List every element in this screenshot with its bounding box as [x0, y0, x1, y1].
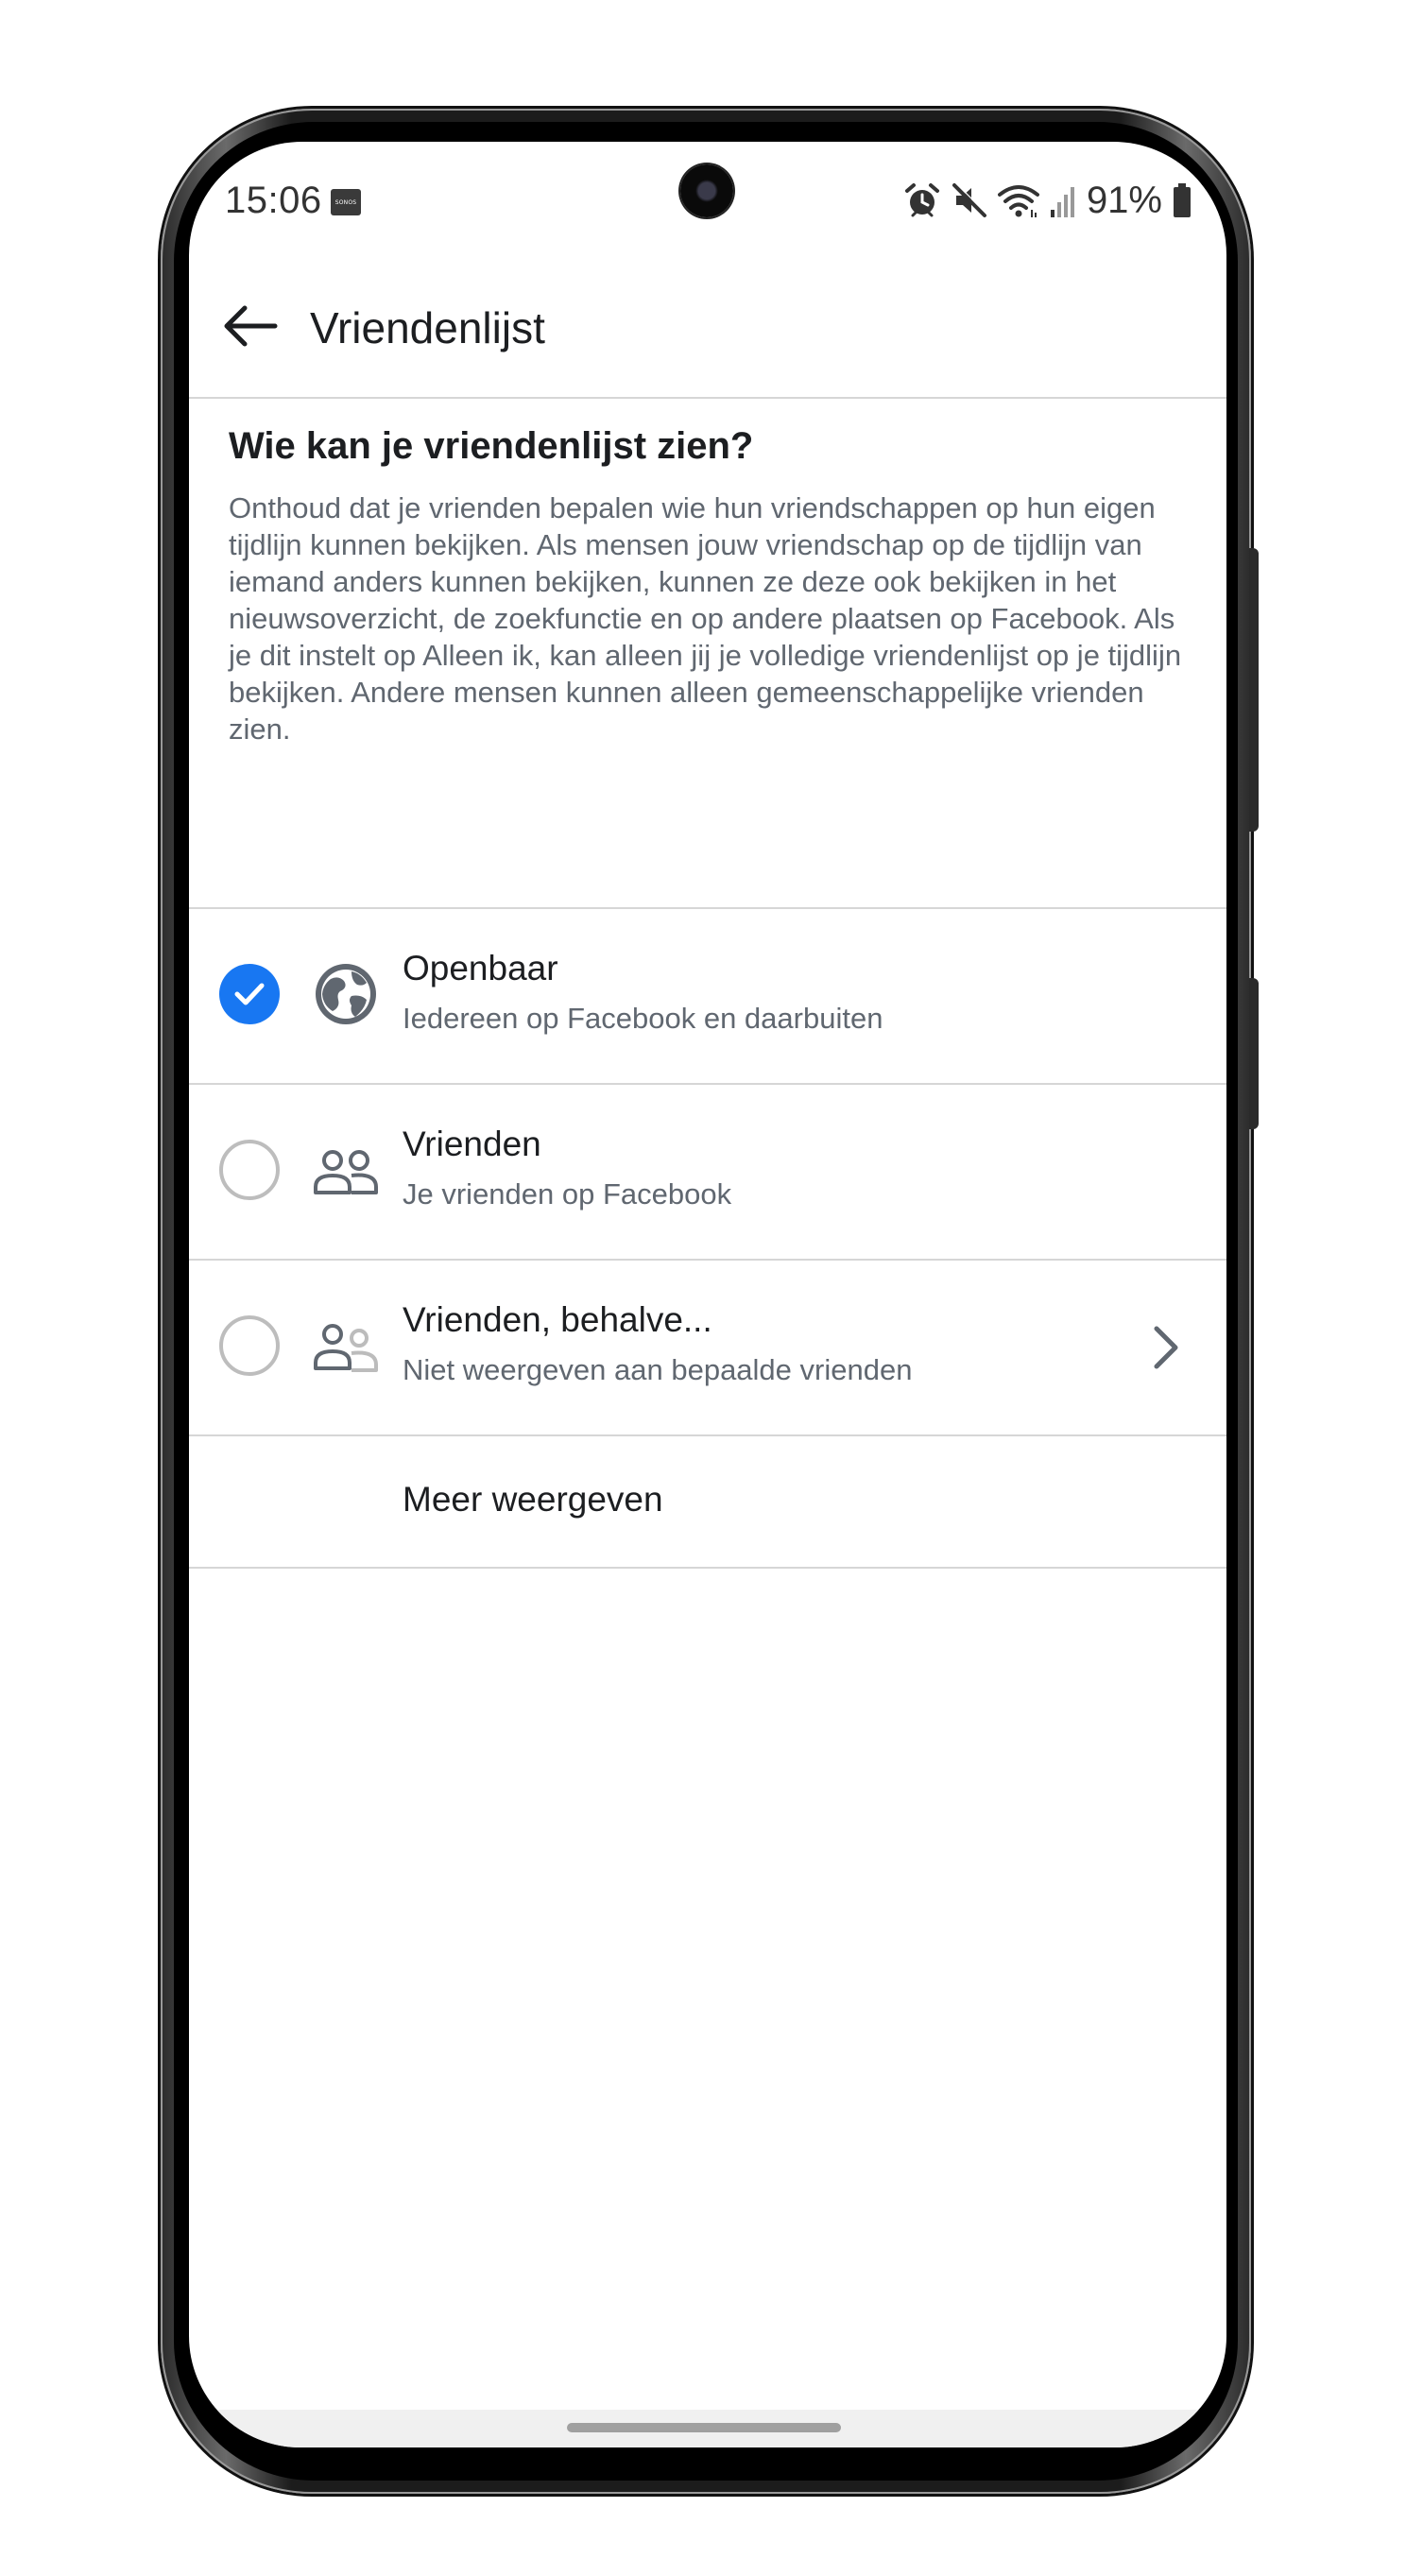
option-title: Vrienden: [403, 1125, 541, 1163]
wifi-icon: [997, 185, 1039, 217]
intro-section: Wie kan je vriendenlijst zien? Onthoud d…: [189, 399, 1226, 909]
checkmark-icon: [234, 983, 265, 1005]
option-friends-except[interactable]: Vrienden, behalve... Niet weergeven aan …: [189, 1261, 1226, 1436]
friends-icon: [314, 1150, 378, 1194]
option-subtitle: Niet weergeven aan bepaalde vrienden: [403, 1353, 913, 1386]
radio-unselected[interactable]: [219, 1315, 280, 1376]
status-time: 15:06: [225, 180, 322, 221]
status-bar: 15:06 SONOS 91%: [189, 142, 1226, 255]
intro-heading: Wie kan je vriendenlijst zien?: [229, 425, 754, 467]
back-button[interactable]: [217, 293, 283, 359]
sonos-notification-icon: SONOS: [331, 189, 361, 215]
battery-percentage: 91%: [1086, 179, 1162, 221]
mute-icon: [952, 182, 987, 217]
arrow-left-icon: [224, 305, 278, 347]
status-icons: 91%: [903, 180, 1192, 221]
option-subtitle: Iedereen op Facebook en daarbuiten: [403, 1002, 883, 1035]
power-button: [1249, 978, 1259, 1129]
option-public[interactable]: Openbaar Iedereen op Facebook en daarbui…: [189, 909, 1226, 1085]
globe-icon: [316, 964, 376, 1024]
option-subtitle: Je vrienden op Facebook: [403, 1177, 732, 1211]
chevron-right-icon: [1154, 1326, 1178, 1369]
friends-except-icon: [314, 1324, 378, 1372]
volume-button: [1249, 548, 1259, 832]
page-title: Vriendenlijst: [310, 303, 545, 352]
radio-unselected[interactable]: [219, 1140, 280, 1200]
show-more-label: Meer weergeven: [403, 1480, 663, 1519]
app-bar: Vriendenlijst: [189, 255, 1226, 399]
option-friends[interactable]: Vrienden Je vrienden op Facebook: [189, 1085, 1226, 1261]
alarm-icon: [904, 183, 939, 217]
navigation-bar: [189, 2410, 1226, 2447]
intro-description: Onthoud dat je vrienden bepalen wie hun …: [229, 491, 1182, 746]
signal-icon: [1050, 187, 1074, 217]
option-title: Openbaar: [403, 949, 558, 987]
show-more-button[interactable]: Meer weergeven: [189, 1436, 1226, 1569]
battery-icon: [1174, 183, 1191, 217]
radio-selected[interactable]: [219, 964, 280, 1024]
front-camera: [680, 164, 733, 217]
option-title: Vrienden, behalve...: [403, 1300, 712, 1339]
phone-screen: 15:06 SONOS 91% Vriendenlijst Wie kan je…: [189, 142, 1226, 2447]
home-indicator[interactable]: [567, 2423, 841, 2432]
